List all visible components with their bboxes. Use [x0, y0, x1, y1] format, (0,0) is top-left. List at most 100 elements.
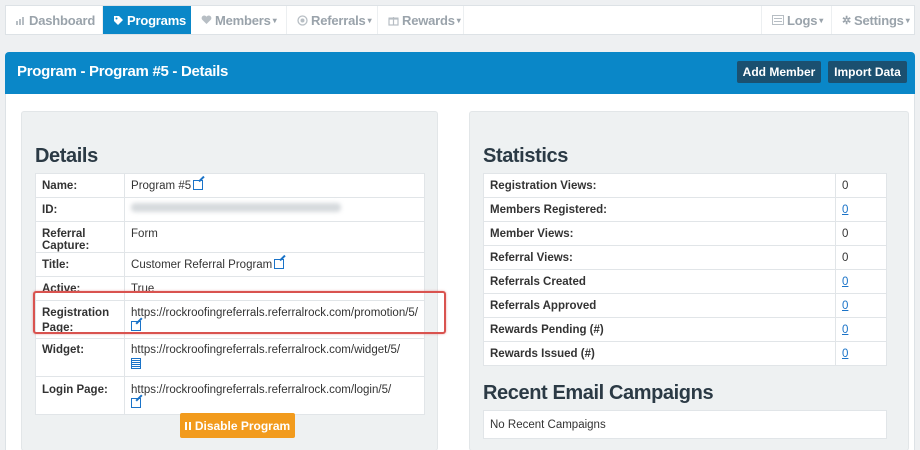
import-data-button[interactable]: Import Data	[828, 61, 907, 83]
highlight-box	[33, 291, 446, 334]
stat-value-link[interactable]: 0	[842, 348, 848, 360]
chevron-down-icon: ▾	[272, 15, 277, 25]
statistics-title: Statistics	[483, 145, 568, 167]
stat-value-link[interactable]: 0	[842, 300, 848, 312]
nav-referrals-label: Referrals	[311, 12, 366, 28]
target-icon	[297, 14, 308, 26]
stat-value: 0	[842, 252, 849, 264]
list-icon	[772, 15, 784, 25]
nav-settings-label: Settings	[854, 12, 904, 28]
stat-value-link[interactable]: 0	[842, 324, 848, 336]
table-row: Referrals Approved 0	[483, 293, 887, 318]
statistics-panel: Statistics Registration Views: 0 Members R…	[469, 111, 909, 450]
name-value: Program #5	[124, 173, 425, 198]
widget-url: https://rockroofingreferrals.referralroc…	[131, 344, 401, 356]
external-link-icon[interactable]	[131, 398, 142, 408]
nav-programs-label: Programs	[127, 12, 187, 28]
chevron-down-icon: ▾	[905, 15, 910, 25]
nav-logs[interactable]: Logs ▾	[761, 6, 831, 34]
edit-icon[interactable]	[274, 259, 285, 269]
chevron-down-icon: ▾	[819, 15, 824, 25]
stat-value-link[interactable]: 0	[842, 204, 848, 216]
table-row: Login Page: https://rockroofingreferrals…	[34, 376, 425, 415]
title-label: Title:	[34, 252, 126, 277]
details-title: Details	[35, 145, 98, 167]
stat-value-cell: 0	[835, 269, 887, 294]
table-row: Referral Views: 0	[483, 245, 887, 270]
id-value	[124, 197, 425, 222]
stat-label: Referrals Approved	[483, 293, 836, 318]
nav-members[interactable]: Members ▾	[191, 6, 287, 34]
gift-icon	[388, 15, 399, 26]
page-header: Program - Program #5 - Details Add Membe…	[5, 52, 915, 94]
gear-icon: ✲	[842, 14, 852, 27]
nav-referrals[interactable]: Referrals ▾	[287, 6, 378, 34]
login-page-url: https://rockroofingreferrals.referralroc…	[131, 384, 392, 396]
table-row: Referrals Created 0	[483, 269, 887, 294]
recent-campaigns-title: Recent Email Campaigns	[483, 382, 714, 404]
widget-label: Widget:	[34, 338, 126, 377]
table-row: Widget: https://rockroofingreferrals.ref…	[34, 338, 425, 377]
widget-value: https://rockroofingreferrals.referralroc…	[124, 338, 425, 377]
disable-program-button[interactable]: Disable Program	[180, 413, 295, 438]
referral-capture-label: Referral Capture:	[34, 221, 126, 253]
nav-programs[interactable]: Programs	[103, 6, 191, 34]
redacted-id	[131, 203, 342, 212]
add-member-button[interactable]: Add Member	[737, 61, 821, 83]
stat-value-cell: 0	[835, 293, 887, 318]
bar-chart-icon	[16, 15, 26, 25]
stat-value-cell: 0	[835, 317, 887, 342]
nav-dashboard-label: Dashboard	[29, 12, 96, 28]
stat-value: 0	[842, 180, 849, 192]
id-label: ID:	[34, 197, 126, 222]
stat-label: Referrals Created	[483, 269, 836, 294]
nav-dashboard[interactable]: Dashboard	[6, 6, 103, 34]
table-row: Rewards Issued (#) 0	[483, 341, 887, 366]
title-value: Customer Referral Program	[124, 252, 425, 277]
edit-icon[interactable]	[193, 180, 204, 190]
disable-program-label: Disable Program	[194, 418, 291, 433]
stat-value-cell: 0	[835, 341, 887, 366]
table-row: Members Registered: 0	[483, 197, 887, 222]
pause-icon	[184, 421, 191, 430]
no-campaigns-text: No Recent Campaigns	[483, 410, 887, 439]
table-row: No Recent Campaigns	[483, 410, 887, 439]
name-text: Program #5	[131, 180, 192, 192]
nav-rewards[interactable]: Rewards ▾	[378, 6, 464, 34]
statistics-table: Registration Views: 0 Members Registered: 0…	[483, 173, 887, 366]
nav-logs-label: Logs	[787, 12, 818, 28]
campaigns-table: No Recent Campaigns	[483, 410, 887, 439]
table-row: ID:	[34, 197, 425, 222]
table-row: Registration Views: 0	[483, 173, 887, 198]
stat-value-cell: 0	[835, 221, 887, 246]
stat-value-cell: 0	[835, 197, 887, 222]
page-title: Program - Program #5 - Details	[17, 63, 229, 80]
top-nav: Dashboard Programs Members ▾ Referrals ▾…	[5, 5, 915, 35]
nav-rewards-label: Rewards	[402, 12, 455, 28]
nav-members-label: Members	[215, 12, 271, 28]
chevron-down-icon: ▾	[367, 15, 372, 25]
name-label: Name:	[34, 173, 126, 198]
heart-icon	[201, 15, 212, 25]
tag-icon	[113, 15, 124, 26]
stat-value-cell: 0	[835, 173, 887, 198]
login-page-label: Login Page:	[34, 376, 126, 415]
stat-label: Registration Views:	[483, 173, 836, 198]
stat-value-cell: 0	[835, 245, 887, 270]
table-row: Rewards Pending (#) 0	[483, 317, 887, 342]
nav-settings[interactable]: ✲ Settings ▾	[831, 6, 914, 34]
stat-label: Members Registered:	[483, 197, 836, 222]
referral-capture-value: Form	[124, 221, 425, 253]
embed-code-icon[interactable]	[131, 358, 142, 369]
table-row: Title: Customer Referral Program	[34, 252, 425, 277]
login-page-value: https://rockroofingreferrals.referralroc…	[124, 376, 425, 415]
stat-label: Member Views:	[483, 221, 836, 246]
stat-value: 0	[842, 228, 849, 240]
stat-value-link[interactable]: 0	[842, 276, 848, 288]
table-row: Member Views: 0	[483, 221, 887, 246]
details-panel: Details Name: Program #5 ID: Referral Ca…	[21, 111, 438, 450]
stat-label: Referral Views:	[483, 245, 836, 270]
stat-label: Rewards Issued (#)	[483, 341, 836, 366]
chevron-down-icon: ▾	[456, 15, 461, 25]
